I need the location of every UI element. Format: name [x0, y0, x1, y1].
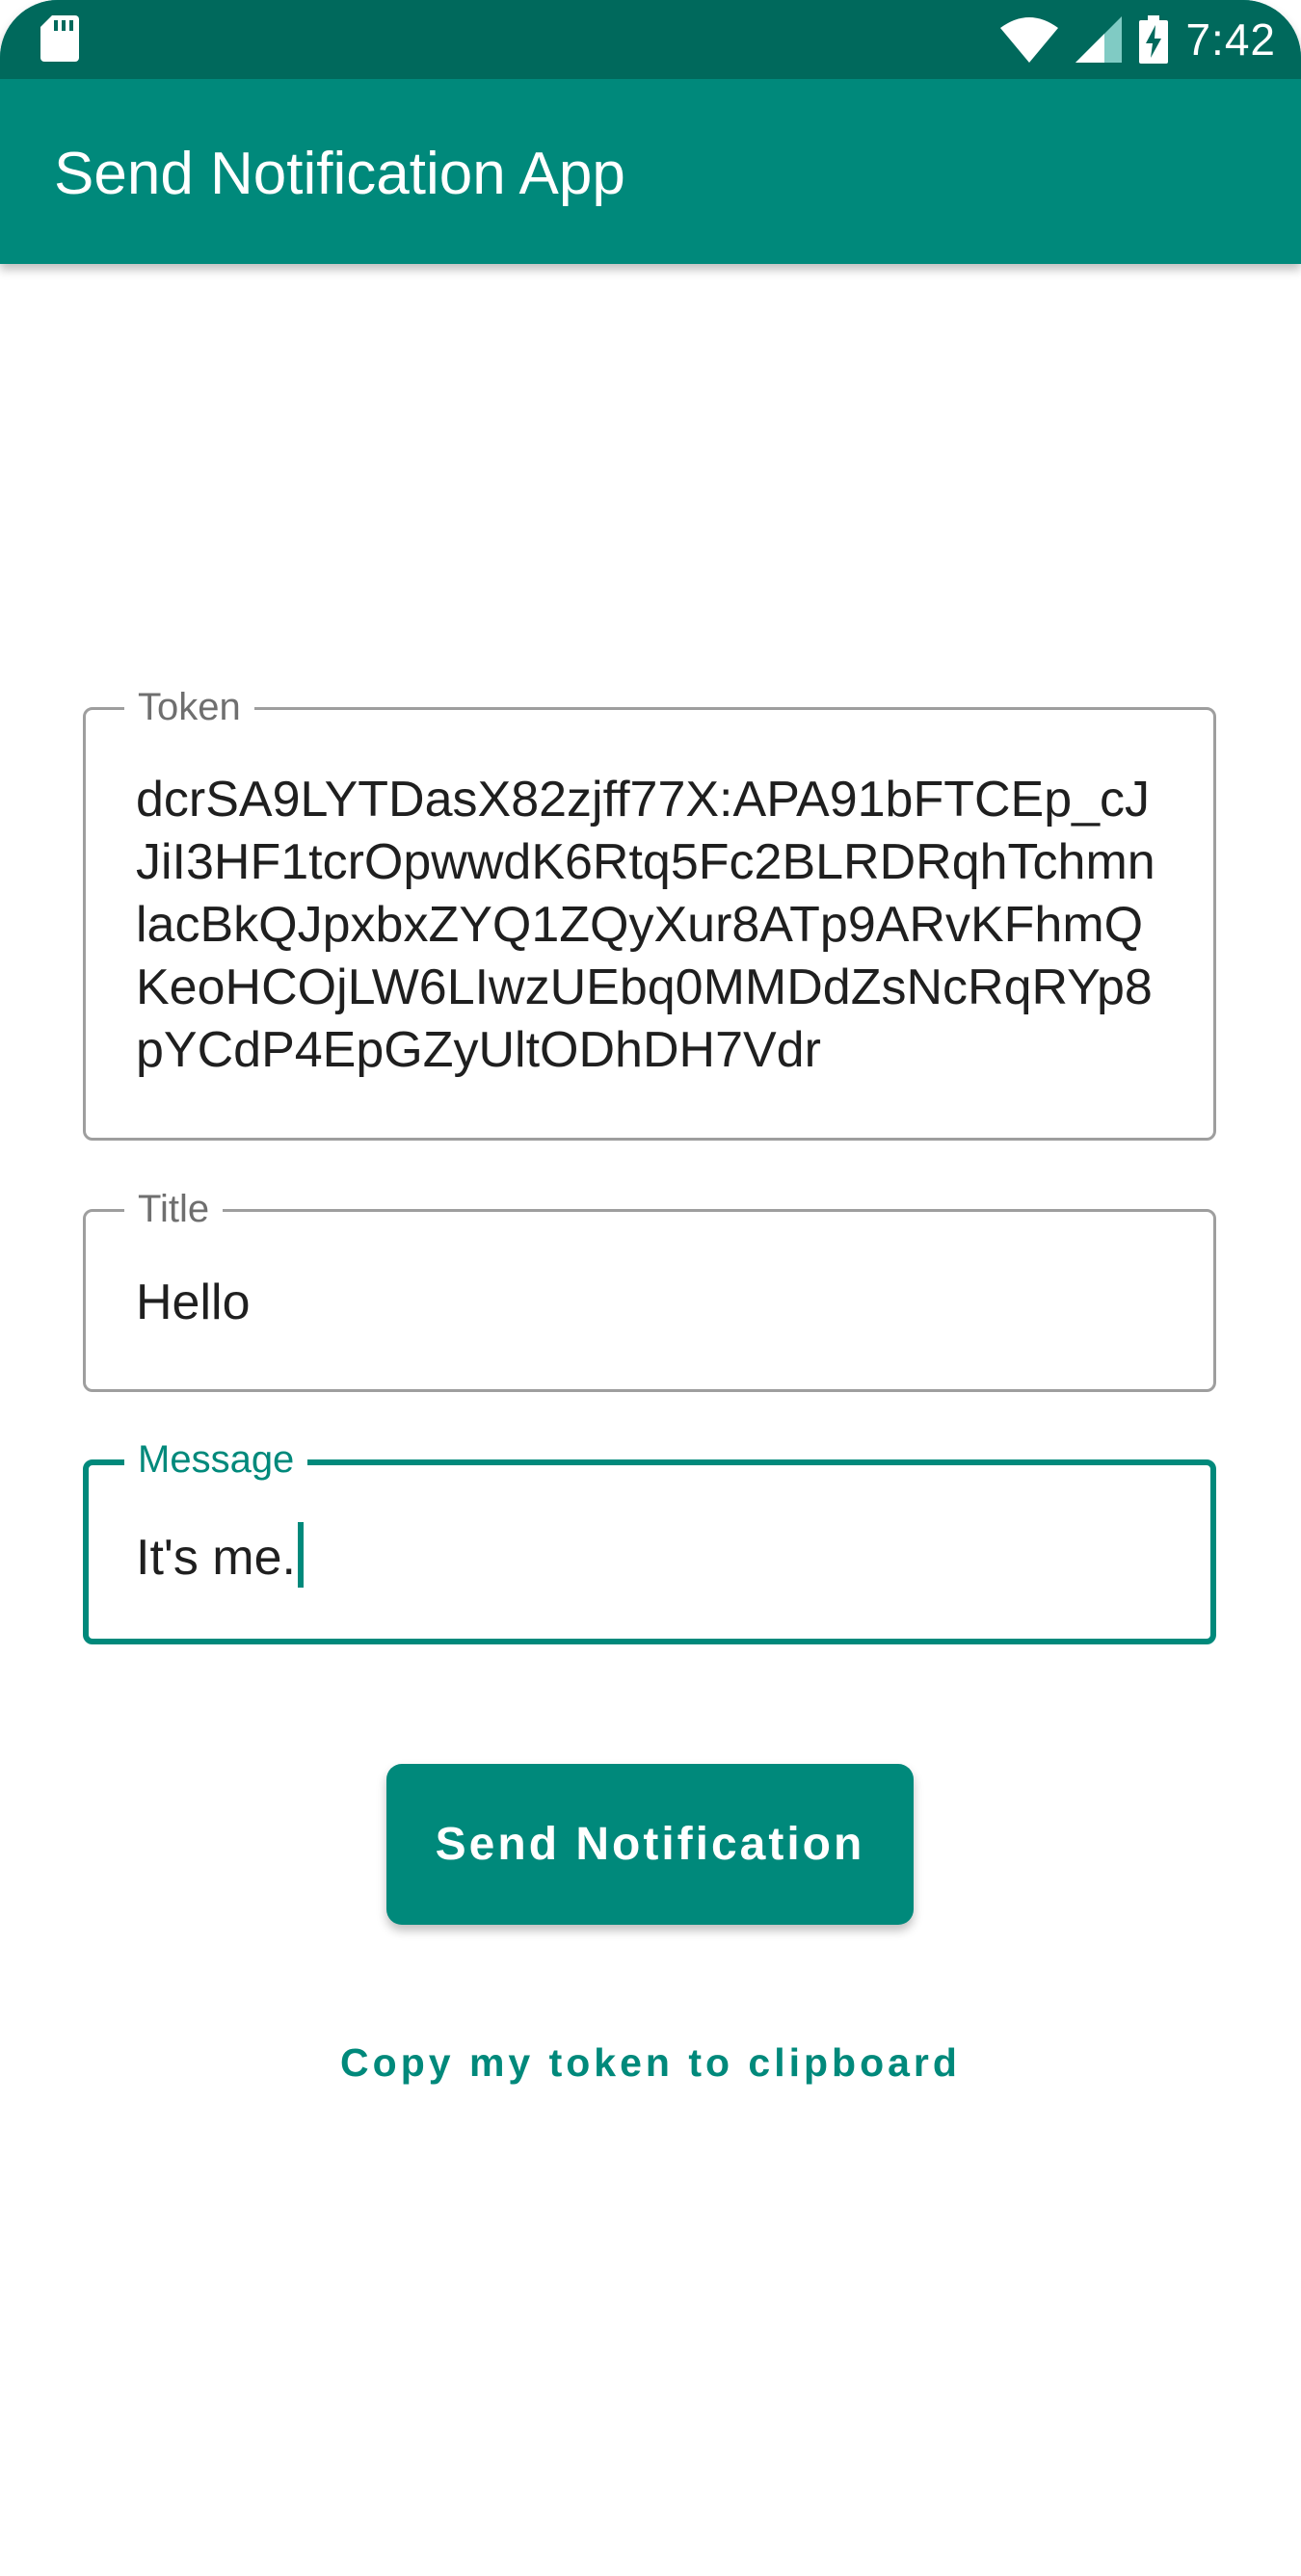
- status-time: 7:42: [1185, 14, 1276, 65]
- wifi-icon: [1000, 17, 1059, 63]
- token-value: dcrSA9LYTDasX82zjff77X:APA91bFTCEp_cJJiI…: [136, 772, 1155, 1078]
- status-icons: 7:42: [1000, 0, 1301, 79]
- message-label: Message: [124, 1433, 308, 1485]
- message-value: It's me.: [136, 1530, 296, 1586]
- battery-charging-icon: [1139, 15, 1169, 64]
- app-header: 7:42 Send Notification App: [0, 0, 1301, 264]
- app-title: Send Notification App: [54, 141, 625, 207]
- text-cursor: [297, 1522, 304, 1588]
- screen: 7:42 Send Notification App Token dcrSA9L…: [0, 0, 1301, 2576]
- cellular-signal-icon: [1075, 16, 1123, 63]
- sd-card-icon: [40, 15, 79, 62]
- copy-token-button[interactable]: Copy my token to clipboard: [0, 2040, 1301, 2086]
- send-notification-button[interactable]: Send Notification: [386, 1764, 914, 1925]
- title-value: Hello: [136, 1275, 251, 1330]
- message-value-line: It's me.: [136, 1522, 304, 1590]
- title-label: Title: [124, 1183, 224, 1235]
- token-label: Token: [124, 681, 254, 733]
- status-bar: 7:42: [0, 0, 1301, 79]
